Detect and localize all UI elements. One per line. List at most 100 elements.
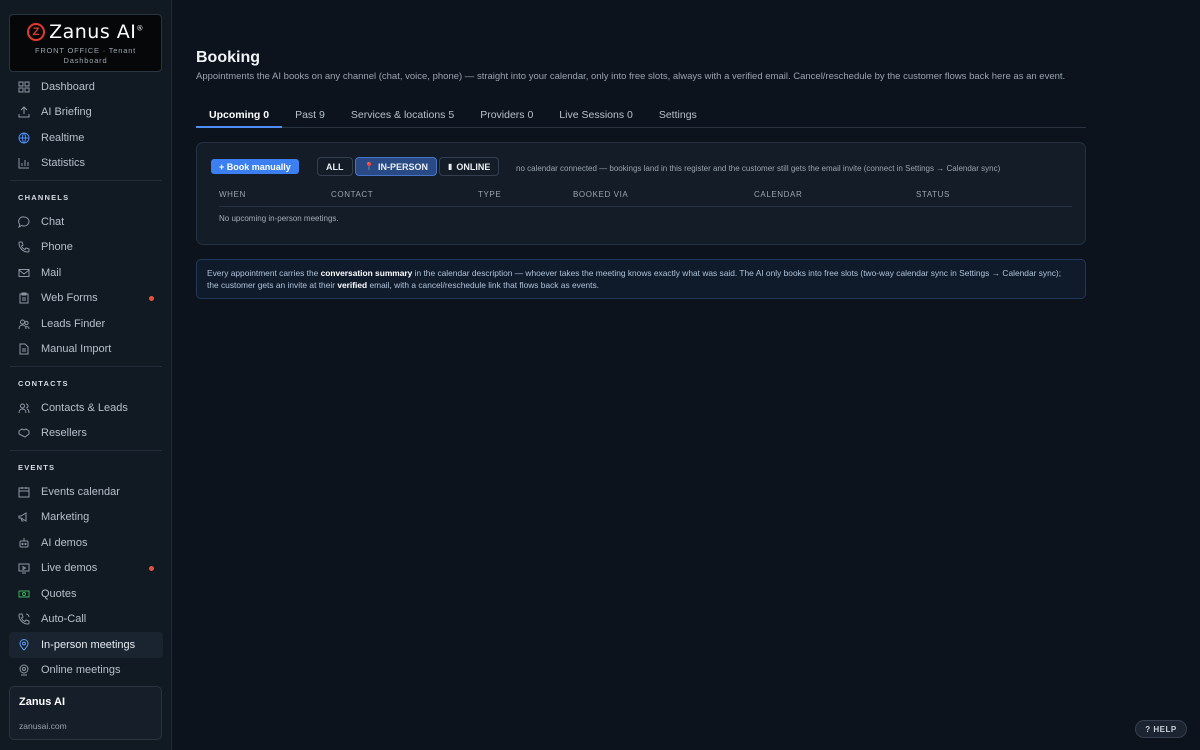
column-type: TYPE xyxy=(478,190,502,199)
robot-icon xyxy=(18,537,30,549)
megaphone-icon xyxy=(18,511,30,523)
phone-call-icon xyxy=(18,613,30,625)
info-emphasis: verified xyxy=(337,280,368,290)
sidebar-item-marketing[interactable]: Marketing xyxy=(0,505,172,531)
sidebar-item-label: Events calendar xyxy=(41,485,120,498)
tab-settings[interactable]: Settings xyxy=(646,103,710,127)
sidebar-item-label: Web Forms xyxy=(41,292,98,305)
calendar-icon xyxy=(18,486,30,498)
mail-icon xyxy=(18,267,30,279)
handshake-icon xyxy=(18,427,30,439)
sidebar-item-label: Quotes xyxy=(41,587,77,600)
sidebar-nav: Dashboard AI Briefing Realtime Statistic… xyxy=(0,74,172,683)
sidebar-item-label: Manual Import xyxy=(41,343,112,356)
sidebar-item-phone[interactable]: Phone xyxy=(0,235,172,261)
info-emphasis: conversation summary xyxy=(320,268,413,278)
sidebar-item-label: Leads Finder xyxy=(41,317,106,330)
sidebar-item-events-calendar[interactable]: Events calendar xyxy=(0,479,172,505)
info-text: email, with a cancel/reschedule link tha… xyxy=(367,280,599,290)
brand-tagline: FRONT OFFICE · Tenant Dashboard xyxy=(34,46,137,65)
document-icon xyxy=(18,343,30,355)
money-icon xyxy=(18,588,30,600)
column-contact: CONTACT xyxy=(331,190,374,199)
sidebar-item-live-demos[interactable]: Live demos xyxy=(0,556,172,582)
filter-in-person-button[interactable]: 📍 IN-PERSON xyxy=(355,157,437,176)
brand-logo[interactable]: Z Zanus AI® FRONT OFFICE · Tenant Dashbo… xyxy=(9,14,162,72)
page-title: Booking xyxy=(196,49,260,66)
notification-dot xyxy=(149,565,154,571)
tab-live-sessions[interactable]: Live Sessions 0 xyxy=(546,103,646,127)
tab-past[interactable]: Past 9 xyxy=(282,103,338,127)
empty-state: No upcoming in-person meetings. xyxy=(219,214,339,223)
divider xyxy=(10,366,162,367)
sidebar-item-label: Realtime xyxy=(41,131,85,144)
webcam-icon xyxy=(18,664,30,676)
globe-icon xyxy=(18,132,30,144)
column-booked-via: BOOKED VIA xyxy=(573,190,629,199)
sidebar-item-label: Auto-Call xyxy=(41,613,87,626)
info-callout: Every appointment carries the conversati… xyxy=(196,259,1086,299)
chat-icon xyxy=(18,216,30,228)
sidebar-item-label: Statistics xyxy=(41,157,86,170)
tenant-card[interactable]: Zanus AI zanusai.com xyxy=(9,686,162,740)
upload-icon xyxy=(18,106,30,118)
filter-online-button[interactable]: ▮ ONLINE xyxy=(439,157,500,176)
column-status: STATUS xyxy=(916,190,950,199)
sidebar-item-ai-demos[interactable]: AI demos xyxy=(0,530,172,556)
sidebar-item-contacts-leads[interactable]: Contacts & Leads xyxy=(0,395,172,421)
sidebar-item-mail[interactable]: Mail xyxy=(0,260,172,286)
logo-mark-icon: Z xyxy=(27,23,46,41)
sidebar-item-label: AI demos xyxy=(41,536,88,549)
divider xyxy=(10,180,162,181)
location-pin-icon xyxy=(18,638,30,651)
sidebar-item-resellers[interactable]: Resellers xyxy=(0,421,172,447)
info-text: Every appointment carries the xyxy=(207,268,321,278)
column-calendar: CALENDAR xyxy=(754,190,803,199)
sidebar-item-chat[interactable]: Chat xyxy=(0,209,172,235)
clipboard-icon xyxy=(18,292,30,304)
sidebar-item-label: Contacts & Leads xyxy=(41,401,128,414)
sidebar-item-auto-call[interactable]: Auto-Call xyxy=(0,607,172,633)
sidebar-item-label: Marketing xyxy=(41,511,90,524)
page-subtitle: Appointments the AI books on any channel… xyxy=(196,71,1066,82)
sidebar-item-quotes[interactable]: Quotes xyxy=(0,581,172,607)
filter-online-label: ONLINE xyxy=(456,161,491,172)
section-title-events: EVENTS xyxy=(18,462,56,472)
sidebar-item-label: Live demos xyxy=(41,562,98,575)
book-manually-button[interactable]: + Book manually xyxy=(211,159,299,174)
sidebar-item-manual-import[interactable]: Manual Import xyxy=(0,337,172,363)
bookings-panel: + Book manually ALL 📍 IN-PERSON ▮ ONLINE… xyxy=(196,142,1086,245)
sidebar-item-dashboard[interactable]: Dashboard xyxy=(0,74,172,100)
screen-icon xyxy=(18,562,30,574)
video-icon: ▮ xyxy=(448,162,453,171)
tenant-name: Zanus AI xyxy=(19,696,66,708)
sidebar-item-realtime[interactable]: Realtime xyxy=(0,125,172,151)
sidebar-item-label: Resellers xyxy=(41,427,87,440)
tab-bar: Upcoming 0 Past 9 Services & locations 5… xyxy=(196,103,1086,128)
table-header: WHEN CONTACT TYPE BOOKED VIA CALENDAR ST… xyxy=(219,189,1072,207)
tab-upcoming[interactable]: Upcoming 0 xyxy=(196,103,283,128)
users-icon xyxy=(18,318,30,330)
brand-name: Zanus AI® xyxy=(49,21,144,43)
pin-icon: 📍 xyxy=(364,162,374,171)
sidebar-item-online-meetings[interactable]: Online meetings xyxy=(0,658,172,684)
sidebar-item-leads-finder[interactable]: Leads Finder xyxy=(0,311,172,337)
sidebar-item-ai-briefing[interactable]: AI Briefing xyxy=(0,100,172,126)
sidebar-item-web-forms[interactable]: Web Forms xyxy=(0,286,172,312)
calendar-status-note: no calendar connected — bookings land in… xyxy=(516,164,1001,173)
tab-providers[interactable]: Providers 0 xyxy=(467,103,546,127)
sidebar-item-label: AI Briefing xyxy=(41,106,92,119)
divider xyxy=(10,450,162,451)
sidebar-item-label: Mail xyxy=(41,266,62,279)
grid-icon xyxy=(18,81,30,93)
sidebar-item-statistics[interactable]: Statistics xyxy=(0,151,172,177)
tab-services-locations[interactable]: Services & locations 5 xyxy=(338,103,467,127)
sidebar-item-label: Dashboard xyxy=(41,80,95,93)
sidebar: Z Zanus AI® FRONT OFFICE · Tenant Dashbo… xyxy=(0,0,172,750)
sidebar-item-in-person-meetings[interactable]: In-person meetings xyxy=(9,632,163,658)
filter-in-person-label: IN-PERSON xyxy=(377,161,428,172)
people-icon xyxy=(18,402,30,414)
help-button[interactable]: ? HELP xyxy=(1135,720,1187,738)
filter-all-button[interactable]: ALL xyxy=(317,157,353,176)
section-title-channels: CHANNELS xyxy=(18,192,70,202)
